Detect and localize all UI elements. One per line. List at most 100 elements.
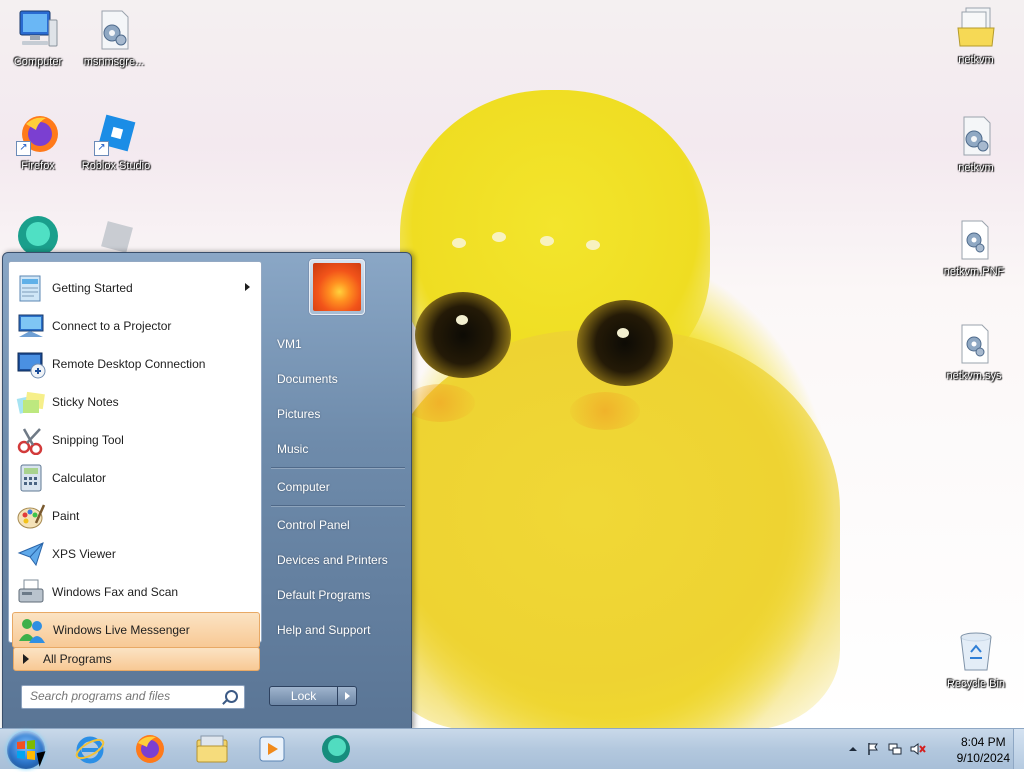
taskbar: 8:04 PM 9/10/2024	[0, 728, 1024, 769]
projector-icon	[16, 311, 46, 341]
desktop-icon-label: netkvm.PNF	[943, 266, 1005, 278]
program-label: Connect to a Projector	[52, 319, 172, 333]
link-computer[interactable]: Computer	[277, 480, 330, 494]
link-pictures[interactable]: Pictures	[277, 407, 320, 421]
all-programs-button[interactable]: All Programs	[13, 647, 260, 671]
desktop-icon-label: Firefox	[21, 160, 55, 172]
desktop-icon-recycle-bin[interactable]: Recycle Bin	[940, 630, 1012, 690]
lock-button-group: Lock	[269, 686, 357, 706]
notification-area: 8:04 PM 9/10/2024	[834, 729, 1024, 769]
program-calculator[interactable]: Calculator	[12, 461, 258, 495]
desktop-icon-netkvm-sys[interactable]: netkvm.sys	[938, 322, 1010, 382]
link-devices-and-printers[interactable]: Devices and Printers	[277, 553, 388, 567]
folder-stack-icon	[954, 6, 998, 50]
lock-button[interactable]: Lock	[269, 686, 339, 706]
desktop-icon-msnmsgre[interactable]: msnmsgre...	[78, 8, 150, 68]
shortcut-arrow-icon: ↗	[16, 141, 31, 156]
firefox-icon: ↗	[16, 112, 60, 156]
firefox-icon	[136, 735, 164, 763]
show-hidden-icons-button[interactable]	[846, 742, 860, 756]
internet-explorer-icon	[75, 736, 105, 764]
search-icon[interactable]	[225, 690, 238, 703]
link-control-panel[interactable]: Control Panel	[277, 518, 350, 532]
media-player-icon	[259, 736, 285, 762]
link-documents[interactable]: Documents	[277, 372, 338, 386]
taskbar-media-player[interactable]	[246, 731, 298, 767]
separator	[271, 467, 405, 468]
separator	[271, 505, 405, 506]
clock-time: 8:04 PM	[960, 735, 1006, 749]
program-connect-to-projector[interactable]: Connect to a Projector	[12, 309, 258, 343]
computer-icon	[16, 8, 60, 52]
clock-date: 9/10/2024	[956, 751, 1010, 765]
wallpaper-cheek	[570, 392, 640, 430]
program-label: XPS Viewer	[52, 547, 116, 561]
wallpaper-eye	[415, 292, 511, 378]
recycle-bin-icon	[954, 630, 998, 674]
scissors-icon	[16, 425, 46, 456]
desktop-icon-label: netkvm	[958, 162, 994, 174]
network-icon[interactable]	[888, 742, 902, 756]
desktop-icon-label: netkvm.sys	[946, 370, 1002, 382]
all-programs-label: All Programs	[43, 652, 112, 666]
program-label: Remote Desktop Connection	[52, 357, 206, 371]
program-label: Windows Fax and Scan	[52, 585, 179, 599]
link-default-programs[interactable]: Default Programs	[277, 588, 370, 602]
program-paint[interactable]: Paint	[12, 499, 258, 533]
user-avatar[interactable]	[309, 259, 365, 315]
desktop-icon-firefox[interactable]: ↗ Firefox	[2, 112, 74, 172]
program-snipping-tool[interactable]: Snipping Tool	[12, 423, 258, 457]
desktop-icon-label: Roblox Studio	[81, 160, 151, 172]
action-center-icon[interactable]	[866, 742, 880, 756]
volume-muted-icon[interactable]	[910, 742, 926, 756]
settings-file-icon	[92, 8, 136, 52]
roblox-studio-icon: ↗	[94, 112, 138, 156]
chevron-right-icon	[23, 654, 29, 664]
program-label: Windows Live Messenger	[53, 623, 190, 637]
program-windows-live-messenger[interactable]: Windows Live Messenger	[12, 612, 260, 648]
desktop-icon-netkvm-pnf[interactable]: netkvm.PNF	[938, 218, 1010, 278]
search-input[interactable]	[22, 686, 220, 706]
shutdown-options-arrow[interactable]	[338, 686, 357, 706]
start-menu: Getting Started Connect to a Projector R…	[2, 252, 412, 730]
getting-started-icon	[16, 273, 46, 303]
taskbar-internet-explorer[interactable]	[64, 731, 116, 767]
taskbar-windows-explorer[interactable]	[186, 731, 238, 767]
desktop-icon-netkvm-folder[interactable]: netkvm	[940, 6, 1012, 66]
program-remote-desktop[interactable]: Remote Desktop Connection	[12, 347, 258, 381]
link-user-folder[interactable]: VM1	[277, 337, 302, 351]
settings-file-icon	[952, 322, 996, 366]
taskbar-firefox[interactable]	[124, 731, 176, 767]
messenger-app-icon	[322, 735, 350, 763]
flower-picture-icon	[313, 263, 361, 311]
paint-palette-icon	[16, 501, 46, 531]
start-menu-places-pane: VM1 Documents Pictures Music Computer Co…	[261, 253, 411, 729]
remote-desktop-icon	[16, 349, 46, 379]
system-clock[interactable]: 8:04 PM 9/10/2024	[957, 734, 1010, 766]
show-desktop-button[interactable]	[1013, 729, 1024, 769]
desktop-icon-computer[interactable]: Computer	[2, 8, 74, 68]
program-windows-fax-and-scan[interactable]: Windows Fax and Scan	[12, 575, 258, 609]
link-music[interactable]: Music	[277, 442, 308, 456]
start-menu-programs-pane: Getting Started Connect to a Projector R…	[8, 261, 262, 648]
link-help-and-support[interactable]: Help and Support	[277, 623, 370, 637]
settings-file-icon	[954, 114, 998, 158]
program-xps-viewer[interactable]: XPS Viewer	[12, 537, 258, 571]
paper-plane-icon	[16, 539, 46, 569]
wallpaper-cheek	[405, 384, 475, 422]
desktop-icon-label: Computer	[13, 56, 63, 68]
desktop-icon-label: msnmsgre...	[83, 56, 145, 68]
desktop-icon-roblox-studio[interactable]: ↗ Roblox Studio	[80, 112, 152, 172]
program-getting-started[interactable]: Getting Started	[12, 271, 258, 305]
file-explorer-icon	[196, 735, 228, 763]
messenger-icon	[17, 615, 47, 645]
shortcut-arrow-icon: ↗	[94, 141, 109, 156]
program-sticky-notes[interactable]: Sticky Notes	[12, 385, 258, 419]
taskbar-messenger-app[interactable]	[310, 731, 362, 767]
settings-file-icon	[952, 218, 996, 262]
start-search-box[interactable]	[21, 685, 245, 709]
desktop-icon-netkvm[interactable]: netkvm	[940, 114, 1012, 174]
chevron-up-icon	[849, 747, 857, 751]
program-label: Calculator	[52, 471, 107, 485]
desktop-icon-label: netkvm	[958, 54, 994, 66]
